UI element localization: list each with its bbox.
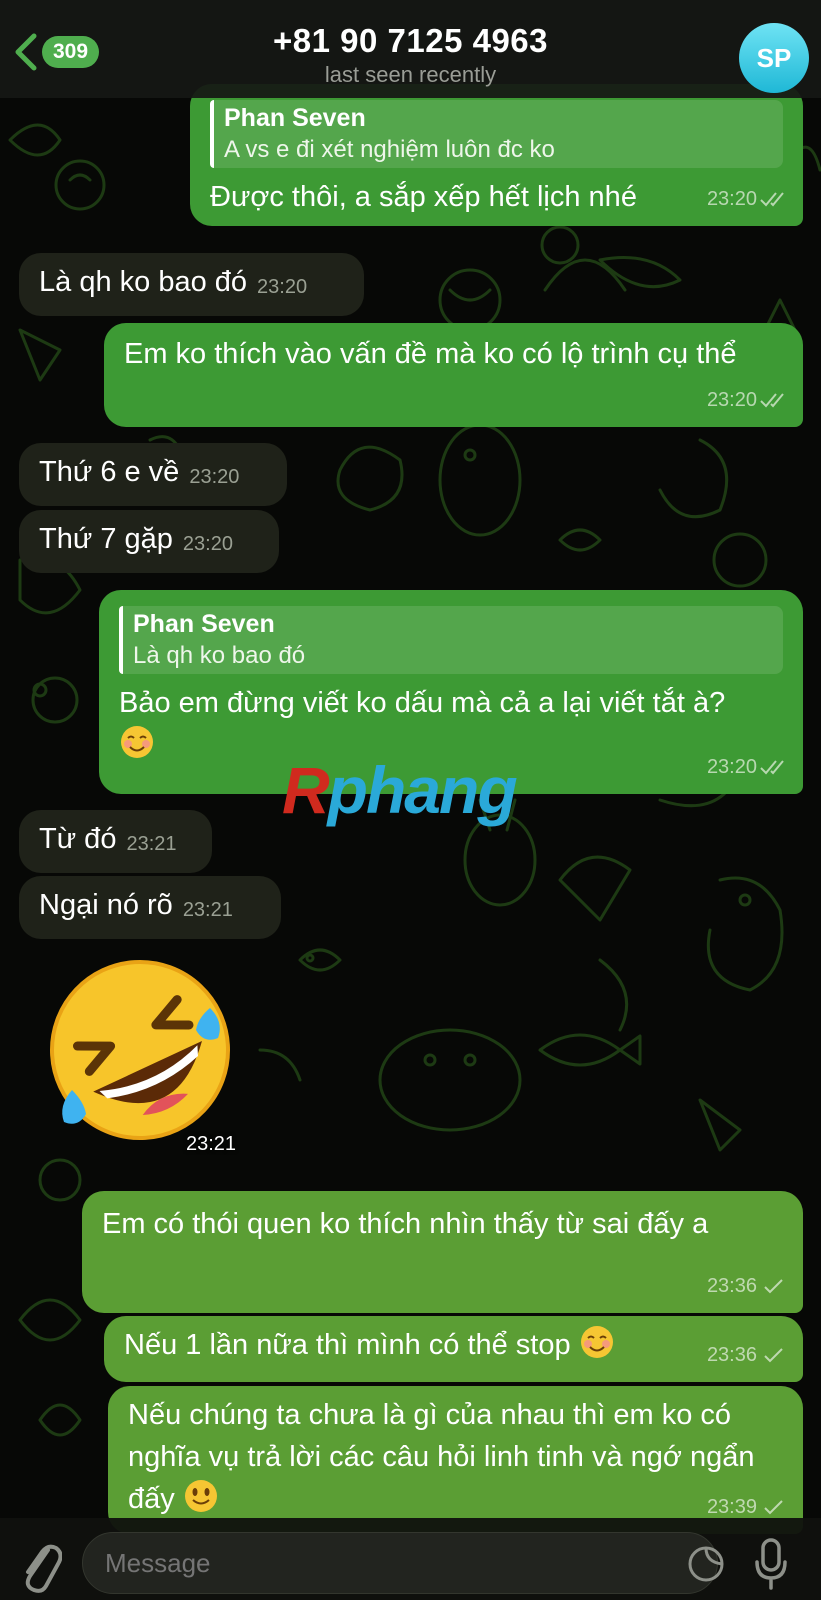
paperclip-icon[interactable]: [18, 1536, 62, 1596]
watermark: Rphang: [282, 753, 518, 827]
sticker-time: 23:21: [186, 1133, 237, 1155]
message-text: Em có thói quen ko thích nhìn thấy từ sa…: [102, 1208, 709, 1240]
reply-author: Phan Seven: [133, 610, 275, 638]
message-meta: 23:20: [707, 379, 789, 421]
message-meta: 23:20: [707, 178, 789, 220]
message-composer: [0, 1518, 821, 1600]
message-text: Nếu chúng ta chưa là gì của nhau thì em …: [128, 1399, 755, 1515]
message-bubble-outgoing[interactable]: Nếu chúng ta chưa là gì của nhau thì em …: [108, 1386, 803, 1534]
message-bubble-incoming[interactable]: Thứ 6 e về 23:20: [19, 443, 287, 506]
reply-quote[interactable]: Phan Seven A vs e đi xét nghiệm luôn đc …: [210, 100, 783, 168]
message-bubble-incoming[interactable]: Ngại nó rõ 23:21: [19, 876, 281, 939]
message-text: Được thôi, a sắp xếp hết lịch nhé: [210, 181, 637, 213]
smiling-face-icon: [580, 1326, 613, 1358]
rolling-on-floor-laughing-sticker[interactable]: [40, 950, 240, 1145]
reply-text: Là qh ko bao đó: [133, 642, 306, 669]
message-time: 23:36: [706, 1344, 757, 1366]
message-text: Nếu 1 lần nữa thì mình có thể stop: [124, 1329, 571, 1361]
message-text: Ngại nó rõ: [39, 889, 173, 921]
message-time: 23:20: [182, 533, 233, 555]
message-time: 23:21: [182, 899, 233, 921]
message-text: Em ko thích vào vấn đề mà ko có lộ trình…: [124, 338, 737, 370]
double-check-icon: [760, 393, 784, 408]
smiling-face-icon: [121, 726, 153, 758]
contact-title[interactable]: +81 90 7125 4963: [0, 22, 821, 60]
message-bubble-outgoing[interactable]: Nếu 1 lần nữa thì mình có thể stop 23:36: [104, 1316, 803, 1382]
message-text: Thứ 6 e về: [39, 456, 180, 488]
message-text: Thứ 7 gặp: [39, 523, 173, 555]
message-text: Là qh ko bao đó: [39, 266, 248, 298]
slightly-smiling-face-icon: [184, 1480, 217, 1512]
check-icon: [764, 1348, 783, 1363]
double-check-icon: [760, 760, 784, 775]
message-bubble-outgoing[interactable]: Em có thói quen ko thích nhìn thấy từ sa…: [82, 1191, 803, 1313]
message-bubble-outgoing[interactable]: Em ko thích vào vấn đề mà ko có lộ trình…: [104, 323, 803, 427]
message-time: 23:20: [189, 466, 240, 488]
message-meta: 23:36: [707, 1334, 789, 1376]
chat-header: 309 +81 90 7125 4963 last seen recently …: [0, 0, 821, 98]
check-icon: [764, 1279, 783, 1294]
message-meta: 23:36: [707, 1265, 789, 1307]
contact-status: last seen recently: [324, 62, 497, 87]
message-bubble-outgoing[interactable]: Phan Seven A vs e đi xét nghiệm luôn đc …: [190, 84, 803, 226]
message-bubble-incoming[interactable]: Thứ 7 gặp 23:20: [19, 510, 279, 573]
message-time: 23:21: [126, 833, 177, 855]
sticker-icon[interactable]: [686, 1544, 726, 1584]
reply-author: Phan Seven: [224, 104, 366, 132]
message-time: 23:20: [706, 188, 757, 210]
message-meta: 23:20: [707, 746, 789, 788]
microphone-icon[interactable]: [754, 1536, 788, 1592]
message-bubble-incoming[interactable]: Là qh ko bao đó 23:20: [19, 253, 364, 316]
message-time: 23:20: [706, 756, 757, 778]
message-bubble-incoming[interactable]: Từ đó 23:21: [19, 810, 212, 873]
message-input[interactable]: [82, 1532, 718, 1594]
double-check-icon: [760, 192, 784, 207]
reply-quote[interactable]: Phan Seven Là qh ko bao đó: [119, 606, 783, 674]
check-icon: [764, 1500, 783, 1515]
message-text: Bảo em đừng viết ko dấu mà cả a lại viết…: [119, 687, 726, 719]
message-text: Từ đó: [39, 823, 117, 855]
message-list: Phan Seven A vs e đi xét nghiệm luôn đc …: [0, 0, 821, 1600]
message-time: 23:36: [706, 1275, 757, 1297]
message-time: 23:20: [257, 276, 308, 298]
reply-text: A vs e đi xét nghiệm luôn đc ko: [224, 136, 555, 163]
message-time: 23:20: [706, 389, 757, 411]
avatar[interactable]: SP: [739, 23, 809, 93]
